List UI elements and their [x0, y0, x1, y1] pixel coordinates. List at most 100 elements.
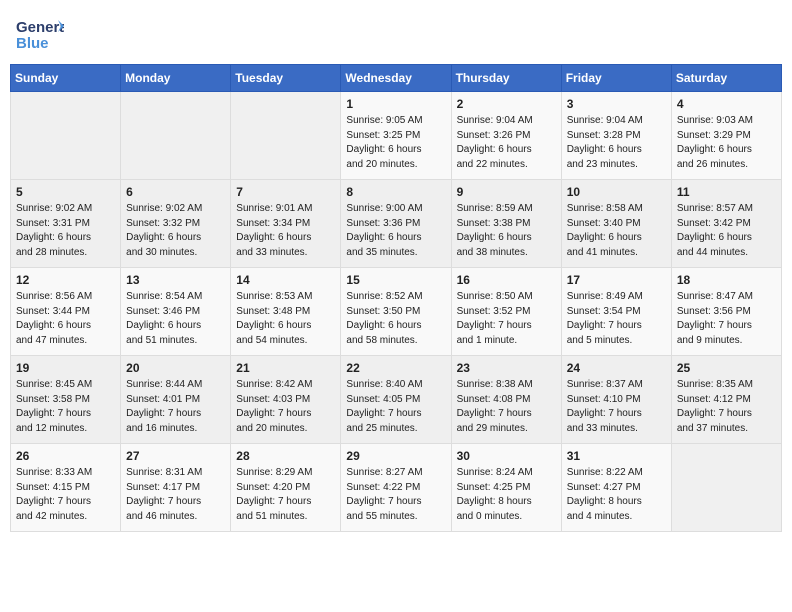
day-number: 23: [457, 361, 556, 375]
day-info: Sunrise: 9:02 AM Sunset: 3:32 PM Dayligh…: [126, 202, 225, 260]
calendar-cell: 15Sunrise: 8:52 AM Sunset: 3:50 PM Dayli…: [341, 268, 451, 356]
day-number: 14: [236, 273, 335, 287]
day-info: Sunrise: 9:01 AM Sunset: 3:34 PM Dayligh…: [236, 202, 335, 260]
logo-icon: General Blue: [16, 12, 64, 56]
calendar-cell: 31 Sunrise: 8:22 AM Sunset: 4:27 PM Dayli…: [561, 444, 671, 532]
day-info: Sunrise: 8:22 AM Sunset: 4:27 PM Dayligh…: [567, 466, 666, 524]
day-number: 17: [567, 273, 666, 287]
day-number: 25: [677, 361, 776, 375]
weekday-monday: Monday: [121, 65, 231, 92]
calendar-cell: [231, 92, 341, 180]
calendar-cell: 21 Sunrise: 8:42 AM Sunset: 4:03 PM Dayli…: [231, 356, 341, 444]
calendar: SundayMondayTuesdayWednesdayThursdayFrid…: [0, 64, 792, 612]
day-info: Sunrise: 8:40 AM Sunset: 4:05 PM Dayligh…: [346, 378, 445, 436]
calendar-cell: 3 Sunrise: 9:04 AM Sunset: 3:28 PM Daylig…: [561, 92, 671, 180]
day-info: Sunrise: 8:59 AM Sunset: 3:38 PM Dayligh…: [457, 202, 556, 260]
weekday-sunday: Sunday: [11, 65, 121, 92]
calendar-cell: 27 Sunrise: 8:31 AM Sunset: 4:17 PM Dayli…: [121, 444, 231, 532]
weekday-saturday: Saturday: [671, 65, 781, 92]
day-info: Sunrise: 8:44 AM Sunset: 4:01 PM Dayligh…: [126, 378, 225, 436]
calendar-cell: 2Sunrise: 9:04 AM Sunset: 3:26 PM Daylig…: [451, 92, 561, 180]
calendar-cell: 5 Sunrise: 9:02 AM Sunset: 3:31 PM Daylig…: [11, 180, 121, 268]
day-info: Sunrise: 8:56 AM Sunset: 3:44 PM Dayligh…: [16, 290, 115, 348]
day-info: Sunrise: 8:29 AM Sunset: 4:20 PM Dayligh…: [236, 466, 335, 524]
day-info: Sunrise: 8:49 AM Sunset: 3:54 PM Dayligh…: [567, 290, 666, 348]
day-info: Sunrise: 8:27 AM Sunset: 4:22 PM Dayligh…: [346, 466, 445, 524]
svg-text:General: General: [16, 19, 64, 36]
day-number: 30: [457, 449, 556, 463]
day-number: 1: [346, 97, 445, 111]
week-row-3: 12 Sunrise: 8:56 AM Sunset: 3:44 PM Dayli…: [11, 268, 782, 356]
weekday-row: SundayMondayTuesdayWednesdayThursdayFrid…: [11, 65, 782, 92]
calendar-cell: 9 Sunrise: 8:59 AM Sunset: 3:38 PM Daylig…: [451, 180, 561, 268]
week-row-2: 5 Sunrise: 9:02 AM Sunset: 3:31 PM Daylig…: [11, 180, 782, 268]
calendar-cell: 17 Sunrise: 8:49 AM Sunset: 3:54 PM Dayli…: [561, 268, 671, 356]
calendar-cell: 28 Sunrise: 8:29 AM Sunset: 4:20 PM Dayli…: [231, 444, 341, 532]
day-info: Sunrise: 8:54 AM Sunset: 3:46 PM Dayligh…: [126, 290, 225, 348]
calendar-cell: 20 Sunrise: 8:44 AM Sunset: 4:01 PM Dayli…: [121, 356, 231, 444]
week-row-1: 1 Sunrise: 9:05 AM Sunset: 3:25 PM Daylig…: [11, 92, 782, 180]
day-info: Sunrise: 8:37 AM Sunset: 4:10 PM Dayligh…: [567, 378, 666, 436]
day-info: Sunrise: 9:00 AM Sunset: 3:36 PM Dayligh…: [346, 202, 445, 260]
day-number: 7: [236, 185, 335, 199]
day-number: 9: [457, 185, 556, 199]
calendar-cell: 14 Sunrise: 8:53 AM Sunset: 3:48 PM Dayli…: [231, 268, 341, 356]
week-row-4: 19 Sunrise: 8:45 AM Sunset: 3:58 PM Dayli…: [11, 356, 782, 444]
day-number: 10: [567, 185, 666, 199]
day-info: Sunrise: 8:33 AM Sunset: 4:15 PM Dayligh…: [16, 466, 115, 524]
calendar-cell: 7 Sunrise: 9:01 AM Sunset: 3:34 PM Daylig…: [231, 180, 341, 268]
calendar-body: 1 Sunrise: 9:05 AM Sunset: 3:25 PM Daylig…: [11, 92, 782, 532]
day-info: Sunrise: 9:05 AM Sunset: 3:25 PM Dayligh…: [346, 114, 445, 172]
day-number: 8: [346, 185, 445, 199]
calendar-cell: 10Sunrise: 8:58 AM Sunset: 3:40 PM Dayli…: [561, 180, 671, 268]
day-number: 20: [126, 361, 225, 375]
calendar-cell: 25 Sunrise: 8:35 AM Sunset: 4:12 PM Dayli…: [671, 356, 781, 444]
calendar-cell: 11Sunrise: 8:57 AM Sunset: 3:42 PM Dayli…: [671, 180, 781, 268]
day-number: 6: [126, 185, 225, 199]
calendar-cell: 24 Sunrise: 8:37 AM Sunset: 4:10 PM Dayli…: [561, 356, 671, 444]
calendar-cell: 1 Sunrise: 9:05 AM Sunset: 3:25 PM Daylig…: [341, 92, 451, 180]
day-number: 18: [677, 273, 776, 287]
calendar-cell: 6 Sunrise: 9:02 AM Sunset: 3:32 PM Daylig…: [121, 180, 231, 268]
day-number: 12: [16, 273, 115, 287]
day-number: 26: [16, 449, 115, 463]
calendar-cell: [11, 92, 121, 180]
day-info: Sunrise: 8:50 AM Sunset: 3:52 PM Dayligh…: [457, 290, 556, 348]
day-number: 24: [567, 361, 666, 375]
day-info: Sunrise: 9:03 AM Sunset: 3:29 PM Dayligh…: [677, 114, 776, 172]
day-info: Sunrise: 8:42 AM Sunset: 4:03 PM Dayligh…: [236, 378, 335, 436]
header: General Blue: [0, 0, 792, 64]
day-info: Sunrise: 9:04 AM Sunset: 3:26 PM Dayligh…: [457, 114, 556, 172]
day-number: 27: [126, 449, 225, 463]
calendar-cell: 22 Sunrise: 8:40 AM Sunset: 4:05 PM Dayli…: [341, 356, 451, 444]
calendar-cell: 16 Sunrise: 8:50 AM Sunset: 3:52 PM Dayli…: [451, 268, 561, 356]
calendar-cell: 19 Sunrise: 8:45 AM Sunset: 3:58 PM Dayli…: [11, 356, 121, 444]
day-number: 5: [16, 185, 115, 199]
calendar-cell: 4Sunrise: 9:03 AM Sunset: 3:29 PM Daylig…: [671, 92, 781, 180]
day-info: Sunrise: 9:04 AM Sunset: 3:28 PM Dayligh…: [567, 114, 666, 172]
day-number: 21: [236, 361, 335, 375]
page: General Blue SundayMondayTuesdayWednesda…: [0, 0, 792, 612]
calendar-cell: [671, 444, 781, 532]
calendar-cell: 30 Sunrise: 8:24 AM Sunset: 4:25 PM Dayli…: [451, 444, 561, 532]
day-number: 19: [16, 361, 115, 375]
calendar-cell: 8 Sunrise: 9:00 AM Sunset: 3:36 PM Daylig…: [341, 180, 451, 268]
day-info: Sunrise: 8:35 AM Sunset: 4:12 PM Dayligh…: [677, 378, 776, 436]
day-info: Sunrise: 8:45 AM Sunset: 3:58 PM Dayligh…: [16, 378, 115, 436]
calendar-cell: [121, 92, 231, 180]
day-number: 16: [457, 273, 556, 287]
day-number: 22: [346, 361, 445, 375]
day-number: 31: [567, 449, 666, 463]
logo: General Blue: [16, 12, 64, 56]
day-number: 29: [346, 449, 445, 463]
day-info: Sunrise: 8:24 AM Sunset: 4:25 PM Dayligh…: [457, 466, 556, 524]
day-info: Sunrise: 8:53 AM Sunset: 3:48 PM Dayligh…: [236, 290, 335, 348]
weekday-tuesday: Tuesday: [231, 65, 341, 92]
day-number: 28: [236, 449, 335, 463]
day-number: 3: [567, 97, 666, 111]
weekday-thursday: Thursday: [451, 65, 561, 92]
svg-text:Blue: Blue: [16, 35, 49, 52]
day-info: Sunrise: 9:02 AM Sunset: 3:31 PM Dayligh…: [16, 202, 115, 260]
calendar-cell: 23Sunrise: 8:38 AM Sunset: 4:08 PM Dayli…: [451, 356, 561, 444]
day-info: Sunrise: 8:31 AM Sunset: 4:17 PM Dayligh…: [126, 466, 225, 524]
